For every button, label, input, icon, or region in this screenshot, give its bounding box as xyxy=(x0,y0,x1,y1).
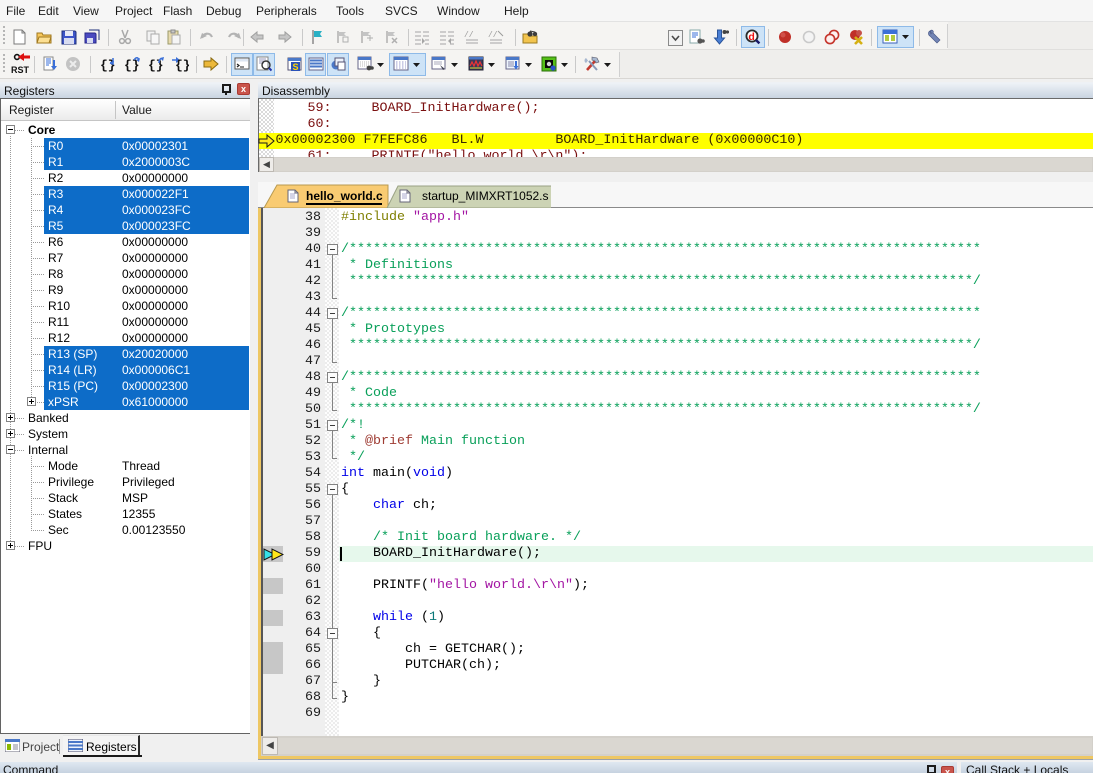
svg-text:{}: {} xyxy=(148,58,164,72)
svg-text:{}: {} xyxy=(175,58,189,72)
svg-text:d: d xyxy=(748,31,754,43)
svg-text:RST: RST xyxy=(11,65,30,75)
svg-text://: // xyxy=(464,31,474,40)
svg-text://: // xyxy=(488,31,498,40)
svg-text:S: S xyxy=(293,62,299,72)
